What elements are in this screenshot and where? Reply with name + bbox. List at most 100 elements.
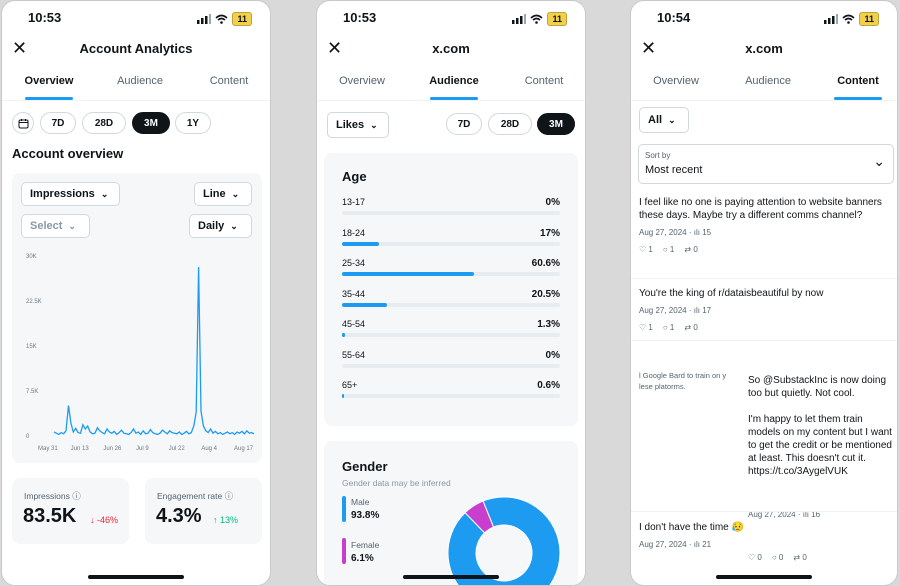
quoted-image-preview[interactable]: l Google Bard to train on y lese platorm… bbox=[631, 349, 741, 519]
chevron-down-icon: ⌄ bbox=[873, 153, 885, 169]
age-label: 13-17 bbox=[342, 197, 366, 207]
repost-button[interactable]: ⇄ 0 bbox=[684, 243, 697, 256]
info-icon[interactable]: ⓘ bbox=[72, 491, 81, 501]
age-bar-track bbox=[342, 272, 560, 276]
y-tick-label: 7.5K bbox=[26, 389, 39, 395]
male-label: Male bbox=[351, 497, 370, 507]
age-title: Age bbox=[342, 169, 367, 184]
engagement-label: Engagement rate bbox=[157, 491, 223, 501]
status-bar: 10:53 11 bbox=[317, 10, 585, 26]
page-title: x.com bbox=[745, 41, 783, 56]
impressions-label: Impressions bbox=[24, 491, 70, 501]
reply-button[interactable]: ○ 1 bbox=[663, 321, 675, 334]
post-text: You're the king of r/dataisbeautiful by … bbox=[639, 288, 824, 299]
age-row: 18-24 17% bbox=[342, 228, 560, 254]
age-row: 55-64 0% bbox=[342, 350, 560, 376]
phone-account-analytics: 10:53 11 ✕ Account Analytics Overview Au… bbox=[1, 0, 271, 586]
age-bar-fill bbox=[342, 333, 345, 337]
male-pct: 93.8% bbox=[351, 510, 380, 521]
age-bar-track bbox=[342, 363, 560, 368]
y-tick-label: 15K bbox=[26, 344, 37, 350]
age-bar-track bbox=[342, 394, 560, 398]
impressions-line-chart bbox=[53, 266, 255, 436]
sort-label: Sort by bbox=[645, 151, 671, 160]
post-text: I don't have the time 😥 bbox=[639, 522, 744, 533]
tab-content[interactable]: Content bbox=[519, 75, 569, 87]
tab-content[interactable]: Content bbox=[831, 75, 885, 100]
age-bar-track bbox=[342, 241, 560, 246]
y-tick-label: 22.5K bbox=[26, 299, 42, 305]
gender-donut-chart bbox=[447, 496, 561, 585]
range-7d[interactable]: 7D bbox=[446, 113, 482, 135]
phone-audience: 10:53 11 ✕ x.com Overview Audience Conte… bbox=[316, 0, 586, 586]
age-pct: 60.6% bbox=[531, 258, 560, 269]
views-icon: ılı bbox=[693, 540, 700, 549]
likes-dropdown[interactable]: Likes ⌄ bbox=[327, 112, 389, 138]
age-row: 35-44 20.5% bbox=[342, 289, 560, 315]
range-3m[interactable]: 3M bbox=[537, 113, 575, 135]
y-tick-label: 0 bbox=[26, 434, 30, 440]
post-date: Aug 27, 2024 bbox=[639, 228, 687, 237]
x-tick-label: Jul 22 bbox=[168, 446, 185, 452]
age-row: 13-17 0% bbox=[342, 197, 560, 223]
x-tick-label: Jul 9 bbox=[136, 446, 149, 452]
repost-button[interactable]: ⇄ 0 bbox=[793, 551, 806, 564]
post-views: 15 bbox=[702, 228, 712, 237]
signal-icon bbox=[512, 14, 527, 24]
post-item[interactable]: I feel like no one is paying attention t… bbox=[639, 196, 893, 256]
age-bar-track bbox=[342, 211, 560, 215]
signal-icon bbox=[824, 14, 839, 24]
post-views: 21 bbox=[702, 540, 712, 549]
repost-button[interactable]: ⇄ 0 bbox=[684, 321, 697, 334]
post-text: I feel like no one is paying attention t… bbox=[639, 197, 882, 221]
impressions-value: 83.5K bbox=[23, 505, 77, 527]
like-button[interactable]: ♡ 0 bbox=[748, 551, 762, 564]
post-item[interactable]: I don't have the time 😥 Aug 27, 2024 · ı… bbox=[639, 521, 893, 551]
age-row: 65+ 0.6% bbox=[342, 380, 560, 406]
x-tick-label: Jun 26 bbox=[103, 446, 122, 452]
post-date: Aug 27, 2024 bbox=[639, 306, 687, 315]
female-label: Female bbox=[351, 540, 380, 550]
tab-bar: Overview Audience Content bbox=[317, 71, 585, 101]
age-bar-fill bbox=[342, 394, 345, 398]
tab-audience[interactable]: Audience bbox=[427, 75, 481, 100]
age-label: 45-54 bbox=[342, 319, 366, 329]
post-views: 17 bbox=[702, 306, 712, 315]
x-tick-label: May 31 bbox=[38, 446, 58, 452]
sort-select[interactable]: Sort by Most recent ⌄ bbox=[638, 144, 894, 184]
divider bbox=[631, 511, 897, 512]
chevron-down-icon: ⌄ bbox=[370, 119, 378, 130]
age-row: 45-54 1.3% bbox=[342, 319, 560, 345]
age-bar-fill bbox=[342, 272, 475, 276]
age-row: 25-34 60.6% bbox=[342, 258, 560, 284]
age-card: Age 13-17 0% 18-24 17% 25-34 60.6% 35-44 20.5% 4… bbox=[324, 153, 578, 426]
reply-button[interactable]: ○ 0 bbox=[772, 551, 784, 564]
gender-note: Gender data may be inferred bbox=[342, 478, 451, 488]
tab-audience[interactable]: Audience bbox=[741, 75, 795, 87]
tab-overview[interactable]: Overview bbox=[651, 75, 701, 87]
impressions-series-line bbox=[53, 266, 255, 436]
tab-overview[interactable]: Overview bbox=[337, 75, 387, 87]
age-pct: 20.5% bbox=[531, 288, 560, 300]
age-bar-track bbox=[342, 333, 560, 337]
info-icon[interactable]: ⓘ bbox=[225, 491, 234, 501]
gender-slice-male bbox=[447, 496, 561, 585]
phone-content: 10:54 11 ✕ x.com Overview Audience Conte… bbox=[630, 0, 898, 586]
like-button[interactable]: ♡ 1 bbox=[639, 243, 653, 256]
content-filter-dropdown[interactable]: All ⌄ bbox=[639, 107, 689, 133]
like-button[interactable]: ♡ 1 bbox=[639, 321, 653, 334]
battery-icon: 11 bbox=[547, 12, 567, 26]
age-label: 35-44 bbox=[342, 288, 366, 299]
reply-button[interactable]: ○ 1 bbox=[663, 243, 675, 256]
gender-card: Gender Gender data may be inferred Male … bbox=[324, 441, 578, 585]
age-label: 25-34 bbox=[342, 258, 366, 268]
divider bbox=[631, 340, 897, 341]
range-28d[interactable]: 28D bbox=[488, 113, 532, 135]
post-item[interactable]: You're the king of r/dataisbeautiful by … bbox=[639, 287, 893, 334]
x-tick-label: Aug 17 bbox=[234, 446, 254, 452]
age-bar-fill bbox=[342, 302, 387, 307]
views-icon: ılı bbox=[693, 306, 700, 315]
home-indicator bbox=[403, 575, 499, 579]
age-label: 18-24 bbox=[342, 227, 366, 238]
tab-bar: Overview Audience Content bbox=[631, 71, 897, 101]
